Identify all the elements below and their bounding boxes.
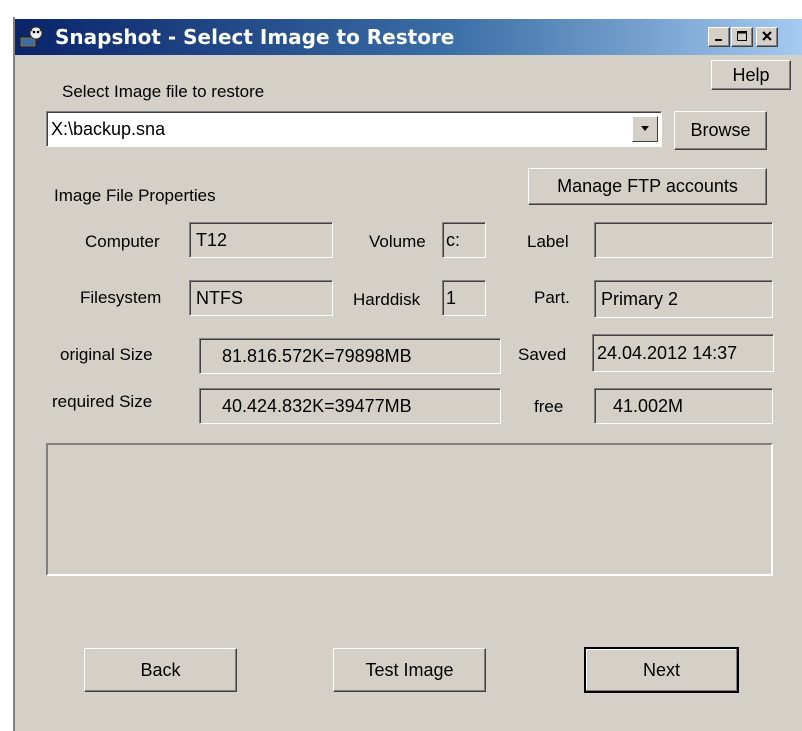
back-button[interactable]: Back — [84, 648, 237, 692]
free-label: free — [534, 397, 564, 416]
test-image-button[interactable]: Test Image — [333, 648, 486, 692]
part-label: Part. — [534, 288, 570, 307]
maximize-icon — [737, 31, 747, 41]
next-button[interactable]: Next — [584, 647, 739, 693]
original-size-value: 81.816.572K=79898MB — [199, 338, 501, 374]
required-size-value: 40.424.832K=39477MB — [199, 388, 501, 424]
close-icon — [762, 31, 772, 41]
window-frame — [13, 17, 15, 731]
chevron-down-icon — [641, 126, 649, 131]
label-value — [594, 222, 773, 258]
combobox-dropdown-button[interactable] — [632, 116, 658, 142]
volume-label: Volume — [369, 232, 426, 251]
original-size-label: original Size — [60, 345, 153, 364]
title-bar[interactable]: Snapshot - Select Image to Restore — [15, 19, 802, 55]
help-button[interactable]: Help — [711, 60, 791, 90]
minimize-icon — [715, 39, 722, 41]
harddisk-value: 1 — [442, 280, 486, 316]
filesystem-label: Filesystem — [80, 288, 162, 307]
image-properties-label: Image File Properties — [54, 186, 216, 205]
part-value: Primary 2 — [594, 280, 773, 318]
filesystem-value: NTFS — [189, 280, 333, 316]
manage-ftp-button[interactable]: Manage FTP accounts — [528, 168, 767, 205]
close-button[interactable] — [756, 27, 778, 47]
browse-button[interactable]: Browse — [674, 111, 767, 150]
snapshot-app-icon — [19, 25, 45, 49]
label-label: Label — [527, 232, 569, 251]
image-file-path: X:\backup.sna — [51, 119, 166, 139]
image-file-combobox[interactable]: X:\backup.sna — [46, 111, 662, 147]
minimize-button[interactable] — [708, 27, 730, 47]
select-image-label: Select Image file to restore — [62, 82, 265, 101]
free-value: 41.002M — [594, 388, 773, 424]
status-memo-box[interactable] — [46, 443, 773, 576]
harddisk-label: Harddisk — [353, 290, 421, 309]
computer-value: T12 — [189, 222, 333, 258]
saved-label: Saved — [518, 345, 567, 364]
maximize-button[interactable] — [731, 27, 753, 47]
window-title: Snapshot - Select Image to Restore — [55, 25, 455, 49]
volume-value: c: — [442, 222, 486, 258]
computer-label: Computer — [85, 232, 160, 251]
required-size-label: required Size — [52, 392, 153, 411]
saved-value: 24.04.2012 14:37 — [592, 334, 774, 372]
